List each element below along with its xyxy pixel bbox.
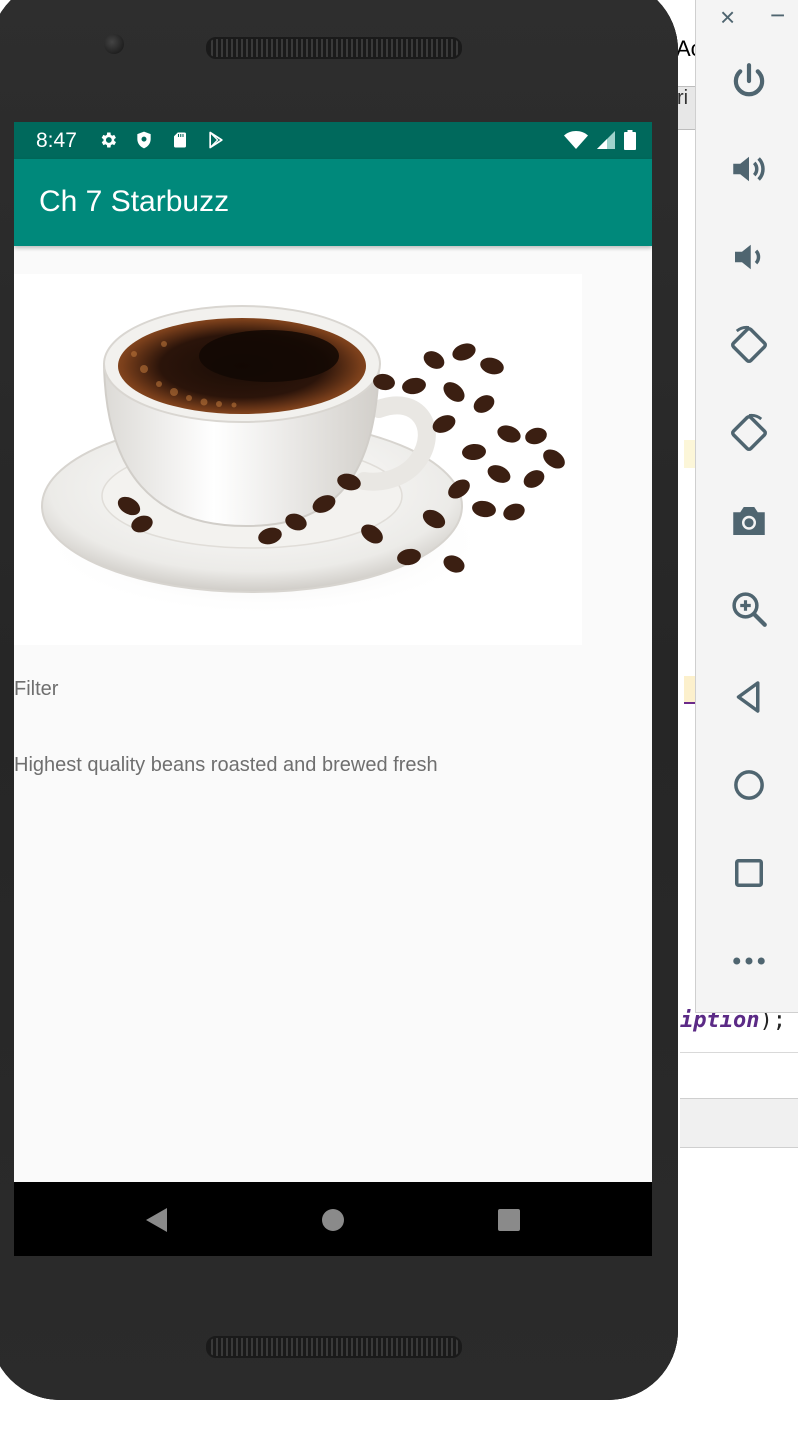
status-notification-icons <box>96 128 228 152</box>
volume-up-icon <box>733 156 765 182</box>
app-title: Ch 7 Starbuzz <box>39 185 230 218</box>
rotate-left-icon <box>731 325 767 363</box>
rotate-right-button[interactable] <box>726 410 772 456</box>
back-triangle-icon <box>146 1208 167 1232</box>
status-system-icons <box>564 130 636 155</box>
more-button[interactable] <box>726 938 772 984</box>
power-icon <box>733 63 765 97</box>
gear-icon <box>96 128 120 152</box>
overview-button[interactable] <box>726 850 772 896</box>
status-bar: 8:47 <box>14 122 652 159</box>
front-camera <box>104 34 124 54</box>
volume-up-button[interactable] <box>726 146 772 192</box>
top-speaker-grille <box>206 37 462 59</box>
shield-icon <box>132 128 156 152</box>
nav-back-button[interactable] <box>140 1204 172 1236</box>
ide-status-strip <box>680 1098 798 1148</box>
play-store-icon <box>204 128 228 152</box>
rotate-left-button[interactable] <box>726 322 772 368</box>
drink-photo <box>14 274 582 645</box>
zoom-button[interactable] <box>726 586 772 632</box>
ide-divider <box>680 1052 798 1053</box>
power-button[interactable] <box>726 58 772 104</box>
nav-home-button[interactable] <box>317 1204 349 1236</box>
app-toolbar: Ch 7 Starbuzz <box>14 159 652 246</box>
volume-down-icon <box>735 244 761 270</box>
close-icon[interactable]: × <box>720 2 735 33</box>
emulator-toolbar-header: × − <box>696 0 798 34</box>
battery-icon <box>624 130 636 155</box>
minimize-icon[interactable]: − <box>770 0 785 31</box>
cell-signal-icon <box>596 130 616 155</box>
camera-icon <box>733 507 765 535</box>
sd-card-icon <box>168 128 192 152</box>
home-circle-icon <box>322 1209 344 1231</box>
drink-name: Filter <box>14 678 59 700</box>
overview-square-icon <box>735 859 763 887</box>
volume-down-button[interactable] <box>726 234 772 280</box>
zoom-in-icon <box>732 592 767 627</box>
emulator-toolbar: × − <box>695 0 798 1013</box>
drink-description: Highest quality beans roasted and brewed… <box>14 754 438 776</box>
bottom-speaker-grille <box>206 1336 462 1358</box>
back-triangle-icon <box>736 681 760 713</box>
back-button[interactable] <box>726 674 772 720</box>
status-time: 8:47 <box>36 129 77 152</box>
system-navigation-bar <box>14 1182 652 1256</box>
overview-square-icon <box>498 1209 520 1231</box>
wifi-icon <box>564 130 588 155</box>
home-circle-icon <box>734 770 764 800</box>
device-screen[interactable]: 8:47 Ch 7 Starbuzz Filter Highest qualit… <box>14 122 652 1256</box>
nav-overview-button[interactable] <box>493 1204 525 1236</box>
screenshot-button[interactable] <box>726 498 772 544</box>
rotate-right-icon <box>731 413 767 451</box>
more-dots-icon <box>733 957 765 965</box>
home-button[interactable] <box>726 762 772 808</box>
